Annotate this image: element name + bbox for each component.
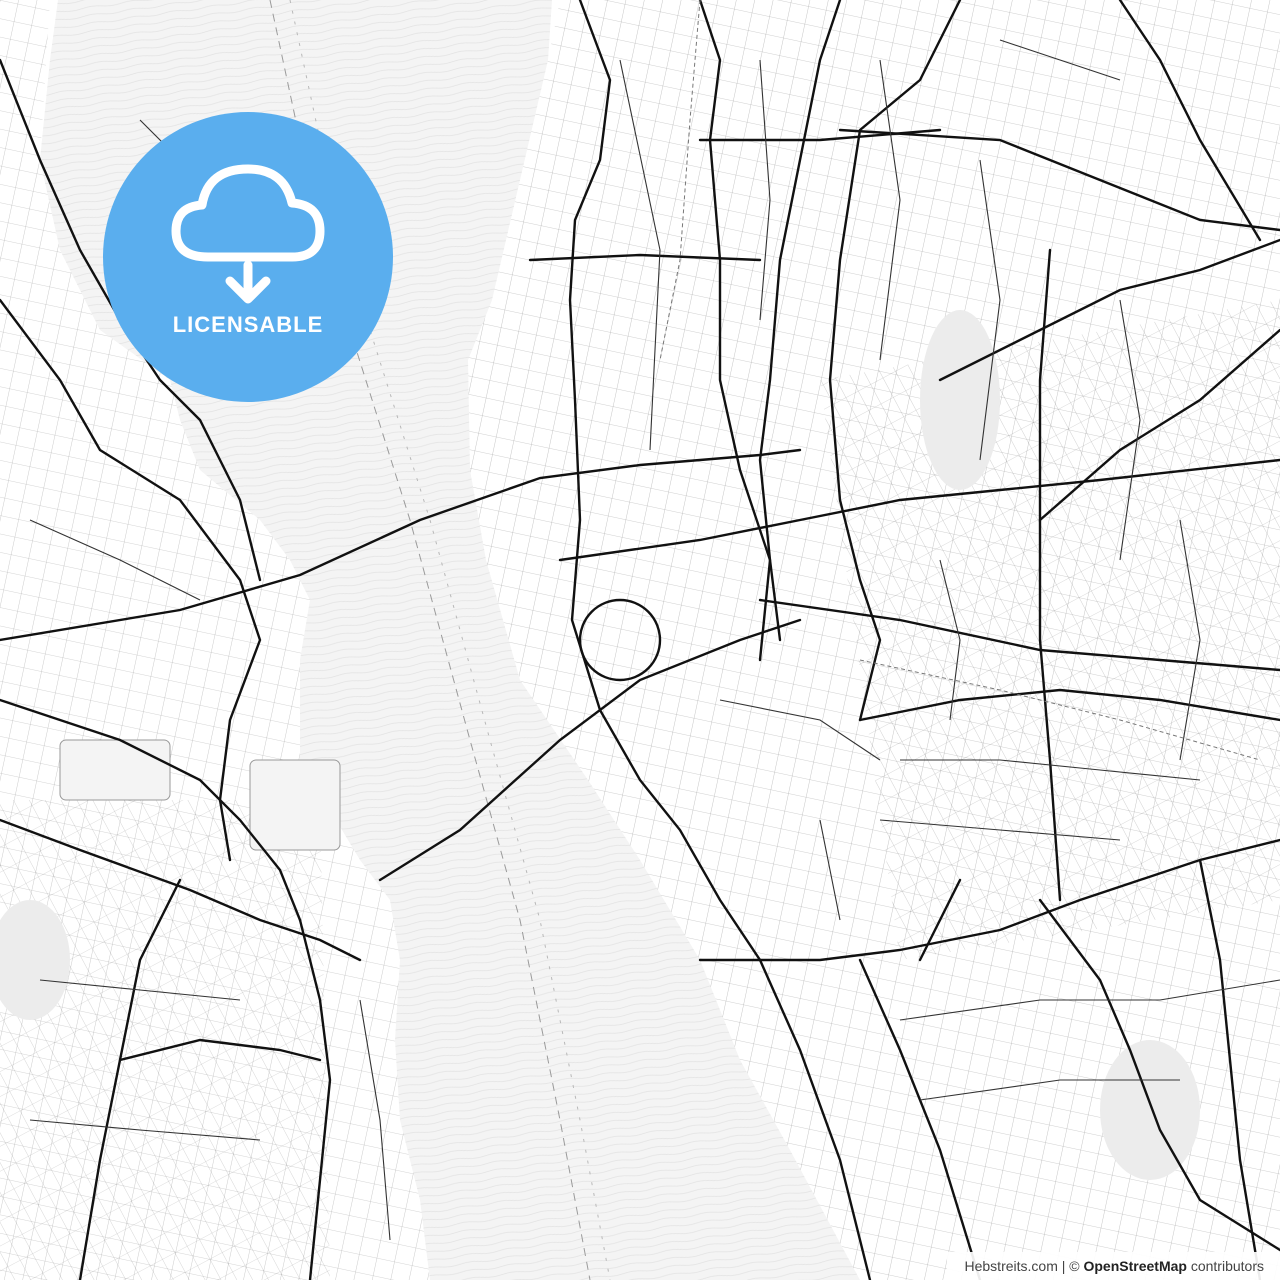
attribution-separator: | © xyxy=(1057,1258,1084,1274)
licensable-badge[interactable]: LICENSABLE xyxy=(103,112,393,402)
licensable-label: LICENSABLE xyxy=(172,312,324,337)
attribution-suffix: contributors xyxy=(1186,1258,1264,1274)
map-attribution: Hebstreits.com | © OpenStreetMap contrib… xyxy=(946,1252,1280,1280)
cloud-download-icon xyxy=(171,164,325,304)
dock-basin xyxy=(249,759,341,851)
park xyxy=(1100,1040,1200,1180)
dock-basin xyxy=(59,739,171,801)
attribution-source-link[interactable]: OpenStreetMap xyxy=(1083,1258,1186,1274)
attribution-site-link[interactable]: Hebstreits.com xyxy=(965,1258,1058,1274)
